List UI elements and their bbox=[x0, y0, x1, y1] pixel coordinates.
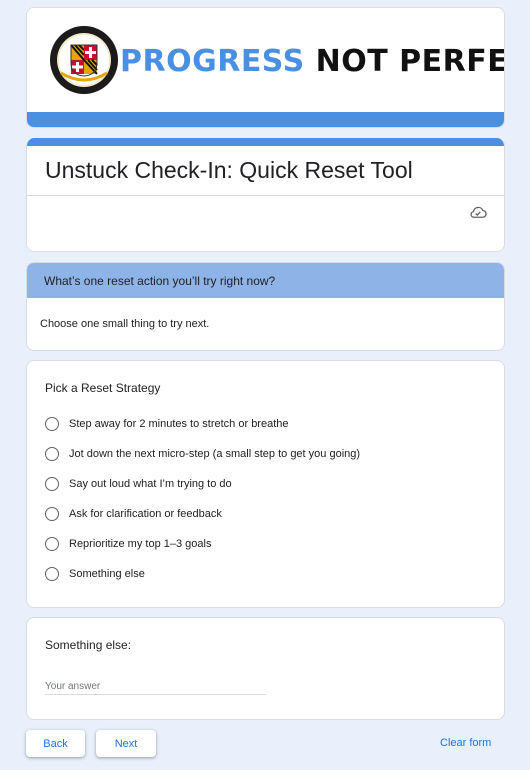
radio-option[interactable]: Reprioritize my top 1–3 goals bbox=[45, 534, 211, 554]
radio-button[interactable] bbox=[45, 417, 59, 431]
radio-button[interactable] bbox=[45, 537, 59, 551]
option-label: Ask for clarification or feedback bbox=[69, 508, 222, 520]
banner-word-progress: PROGRESS bbox=[120, 44, 305, 79]
option-label: Jot down the next micro-step (a small st… bbox=[69, 448, 361, 460]
next-button[interactable]: Next bbox=[96, 730, 156, 757]
radio-option[interactable]: Jot down the next micro-step (a small st… bbox=[45, 444, 360, 464]
something-else-question: Something else: bbox=[26, 617, 505, 720]
banner-image: PROGRESS NOT PERFECTION bbox=[27, 8, 504, 114]
banner-accent-strip bbox=[27, 112, 504, 127]
form-title-card: Unstuck Check-In: Quick Reset Tool bbox=[26, 138, 505, 252]
option-label: Reprioritize my top 1–3 goals bbox=[69, 538, 212, 550]
section-card: What’s one reset action you’ll try right… bbox=[26, 262, 505, 351]
reset-strategy-question: Pick a Reset Strategy Step away for 2 mi… bbox=[26, 360, 505, 608]
radio-option[interactable]: Step away for 2 minutes to stretch or br… bbox=[45, 414, 289, 434]
radio-button[interactable] bbox=[45, 477, 59, 491]
county-seal-icon bbox=[50, 26, 118, 94]
clear-form-button[interactable]: Clear form bbox=[440, 737, 491, 749]
section-title: What’s one reset action you’ll try right… bbox=[44, 274, 276, 288]
radio-button[interactable] bbox=[45, 447, 59, 461]
radio-button[interactable] bbox=[45, 507, 59, 521]
question-title: Something else: bbox=[45, 638, 132, 652]
option-label: Something else bbox=[69, 568, 145, 580]
question-title: Pick a Reset Strategy bbox=[45, 381, 161, 395]
banner-title: PROGRESS NOT PERFECTION bbox=[120, 44, 505, 79]
section-header: What’s one reset action you’ll try right… bbox=[27, 263, 504, 298]
radio-option[interactable]: Ask for clarification or feedback bbox=[45, 504, 222, 524]
option-label: Say out loud what I’m trying to do bbox=[69, 478, 232, 490]
cloud-saved-icon[interactable] bbox=[469, 205, 487, 219]
radio-option[interactable]: Something else bbox=[45, 564, 145, 584]
option-label: Step away for 2 minutes to stretch or br… bbox=[69, 418, 289, 430]
banner-word-not-perfection: NOT PERFECTION bbox=[315, 44, 505, 79]
answer-input[interactable] bbox=[45, 678, 266, 695]
back-button[interactable]: Back bbox=[26, 730, 85, 757]
section-description: Choose one small thing to try next. bbox=[40, 318, 210, 330]
form-title: Unstuck Check-In: Quick Reset Tool bbox=[45, 157, 413, 183]
title-accent-bar bbox=[27, 138, 504, 146]
title-divider bbox=[27, 195, 504, 196]
radio-option[interactable]: Say out loud what I’m trying to do bbox=[45, 474, 232, 494]
header-banner: PROGRESS NOT PERFECTION bbox=[26, 7, 505, 128]
radio-button[interactable] bbox=[45, 567, 59, 581]
